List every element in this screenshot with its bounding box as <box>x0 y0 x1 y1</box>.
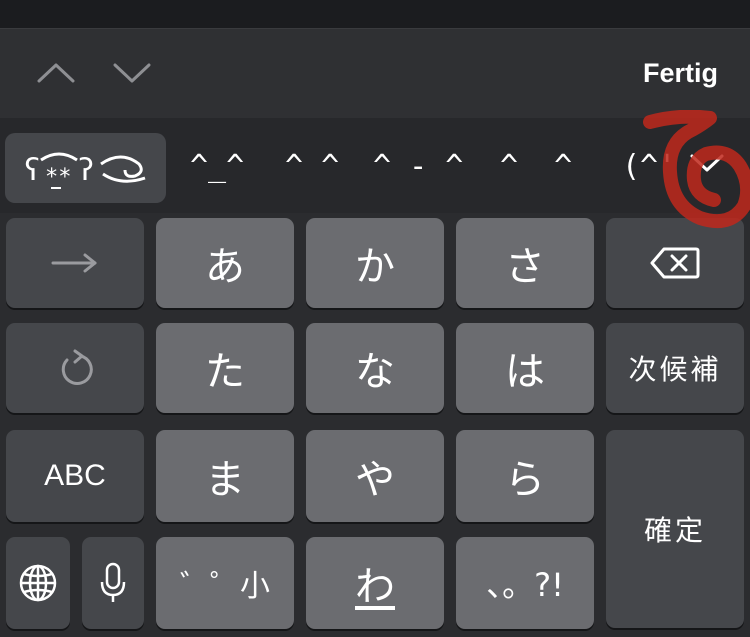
svg-text:**: ** <box>45 165 72 190</box>
dictation-key[interactable] <box>82 537 144 629</box>
kaomoji-button[interactable]: ʕ ** ʔ <box>5 133 166 203</box>
svg-text:ʔ: ʔ <box>77 153 95 188</box>
candidate-2[interactable]: ^ ^ <box>285 142 339 192</box>
punctuation-key[interactable]: 、。?! <box>456 537 594 629</box>
svg-text:ʕ: ʕ <box>23 153 41 188</box>
key-na[interactable]: な <box>306 323 444 413</box>
confirm-key[interactable]: 確定 <box>606 430 744 628</box>
key-ma[interactable]: ま <box>156 430 294 522</box>
key-ya[interactable]: や <box>306 430 444 522</box>
undo-icon <box>61 349 93 385</box>
backspace-icon <box>650 247 700 279</box>
key-ta[interactable]: た <box>156 323 294 413</box>
key-wa[interactable]: わ <box>306 537 444 629</box>
candidate-5[interactable]: (^' <box>622 142 676 192</box>
candidate-3[interactable]: ^ - ^ <box>373 142 463 192</box>
chevron-down-icon <box>690 154 724 172</box>
next-candidate-key[interactable]: 次候補 <box>606 323 744 413</box>
key-ha[interactable]: は <box>456 323 594 413</box>
done-button[interactable]: Fertig <box>643 55 718 91</box>
abc-key[interactable]: ABC <box>6 430 144 522</box>
candidate-4[interactable]: ^ ^ <box>500 142 572 192</box>
arrow-right-icon <box>51 253 97 273</box>
keyboard-toolbar: Fertig <box>0 28 750 118</box>
key-ra[interactable]: ら <box>456 430 594 522</box>
expand-candidates-button[interactable] <box>684 140 730 186</box>
previous-field-button[interactable] <box>34 55 78 91</box>
kaomoji-icon: ʕ ** ʔ <box>23 152 145 190</box>
key-a[interactable]: あ <box>156 218 294 308</box>
dakuten-key[interactable]: ゛゜小 <box>156 537 294 629</box>
microphone-icon <box>100 562 126 602</box>
next-field-button[interactable] <box>110 55 154 91</box>
chevron-down-icon <box>113 63 151 83</box>
candidate-1[interactable]: ^_^ <box>190 142 244 192</box>
key-sa[interactable]: さ <box>456 218 594 308</box>
globe-icon <box>19 564 57 602</box>
undo-key[interactable] <box>6 323 144 413</box>
chevron-up-icon <box>37 63 75 83</box>
candidate-bar: ʕ ** ʔ ^_^ ^ ^ ^ - ^ ^ ^ (^' <box>0 118 750 213</box>
cursor-right-key[interactable] <box>6 218 144 308</box>
key-ka[interactable]: か <box>306 218 444 308</box>
status-strip <box>0 0 750 28</box>
globe-key[interactable] <box>6 537 70 629</box>
backspace-key[interactable] <box>606 218 744 308</box>
